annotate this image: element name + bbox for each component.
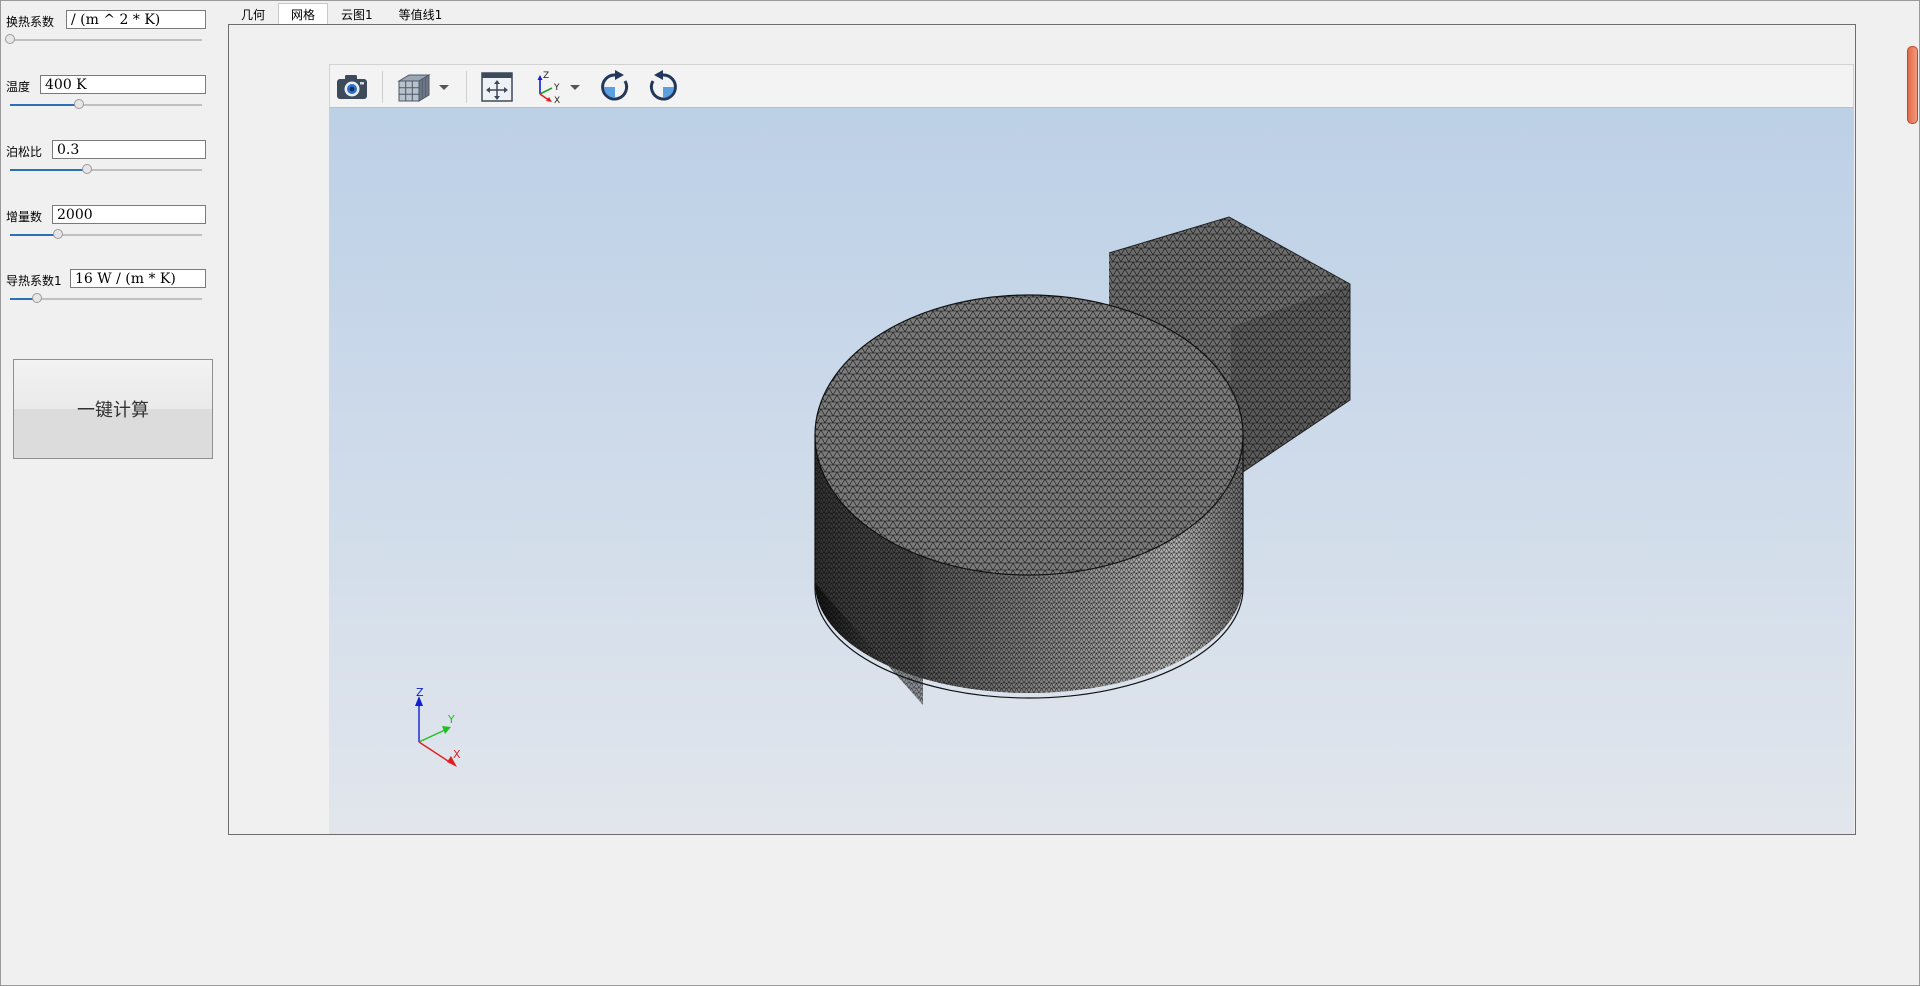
param-label: 泊松比	[6, 145, 43, 159]
param-heat-transfer-coefficient: 换热系数 / (m ^ 2 * K)	[5, 10, 206, 46]
heat-transfer-coefficient-input[interactable]: / (m ^ 2 * K)	[66, 10, 206, 29]
slider-thumb[interactable]	[31, 293, 42, 303]
3d-render-canvas[interactable]: Z Y X	[329, 108, 1854, 834]
one-click-calculate-button[interactable]: 一键计算	[13, 359, 213, 459]
param-label: 增量数	[6, 210, 43, 224]
mesh-viewer: Z Y X Z Y X	[329, 64, 1854, 834]
thermal-conductivity-input[interactable]: 16 W / (m * K)	[70, 269, 206, 288]
slider-fill	[10, 104, 80, 106]
poisson-ratio-slider[interactable]	[10, 164, 202, 176]
poisson-ratio-input[interactable]: 0.3	[52, 140, 206, 159]
z-axis-label: Z	[416, 686, 424, 699]
tab-mesh[interactable]: 网格	[278, 3, 329, 25]
thermal-conductivity-slider[interactable]	[10, 293, 202, 305]
mesh-cube-icon	[397, 74, 431, 102]
display-mode-button[interactable]	[394, 70, 452, 104]
param-poisson-ratio: 泊松比 0.3	[6, 140, 206, 174]
toolbar-separator	[382, 71, 383, 103]
slider-thumb[interactable]	[5, 34, 15, 44]
param-temperature: 温度 400 K	[6, 75, 206, 109]
param-label: 温度	[6, 80, 31, 94]
increment-count-input[interactable]: 2000	[52, 205, 206, 224]
tab-geometry[interactable]: 几何	[228, 3, 278, 25]
slider-thumb[interactable]	[53, 229, 63, 239]
param-label: 导热系数1	[6, 274, 62, 288]
mesh-model-view: Z Y X	[415, 216, 1351, 767]
mesh-cylinder-body	[814, 294, 1244, 705]
chevron-down-icon	[570, 85, 580, 90]
tab-isoline[interactable]: 等值线1	[386, 3, 456, 25]
tab-contour-plot[interactable]: 云图1	[328, 3, 386, 25]
param-thermal-conductivity: 导热系数1 16 W / (m * K)	[6, 269, 206, 303]
slider-track	[10, 39, 202, 41]
view-tabs: 几何 网格 云图1 等值线1	[228, 3, 455, 25]
fit-view-button[interactable]	[478, 70, 516, 104]
axes-orientation-button[interactable]: Z Y X	[528, 70, 584, 104]
rotate-clockwise-icon	[601, 70, 629, 101]
temperature-input[interactable]: 400 K	[40, 75, 206, 94]
rotate-clockwise-button[interactable]	[596, 70, 634, 104]
svg-text:X: X	[554, 96, 560, 104]
slider-thumb[interactable]	[74, 99, 85, 109]
camera-icon	[337, 75, 367, 99]
slider-thumb[interactable]	[81, 164, 92, 174]
axis-triad: Z Y X	[415, 686, 461, 767]
param-label: 换热系数	[6, 15, 55, 29]
chevron-down-icon	[439, 85, 449, 90]
x-axis	[418, 741, 452, 764]
temperature-slider[interactable]	[10, 99, 202, 111]
slider-fill	[10, 169, 87, 171]
rotate-counterclockwise-icon	[649, 70, 677, 101]
fit-view-icon	[481, 72, 513, 102]
axes-orientation-icon: Z Y X	[537, 71, 560, 104]
rotate-counterclockwise-button[interactable]	[644, 70, 682, 104]
slider-fill	[10, 234, 58, 236]
y-axis-label: Y	[447, 713, 455, 726]
param-increment-count: 增量数 2000	[6, 205, 206, 239]
y-axis	[418, 728, 448, 743]
svg-text:Y: Y	[553, 83, 560, 93]
toolbar-separator	[466, 71, 467, 103]
x-axis-label: X	[453, 748, 461, 761]
increment-count-slider[interactable]	[10, 229, 202, 241]
svg-text:Z: Z	[543, 71, 549, 81]
vertical-scrollbar[interactable]	[1906, 46, 1918, 126]
heat-transfer-coefficient-slider[interactable]	[5, 34, 202, 46]
screenshot-button[interactable]	[334, 70, 370, 104]
viewer-toolbar: Z Y X	[329, 64, 1854, 108]
scrollbar-thumb[interactable]	[1907, 46, 1918, 124]
